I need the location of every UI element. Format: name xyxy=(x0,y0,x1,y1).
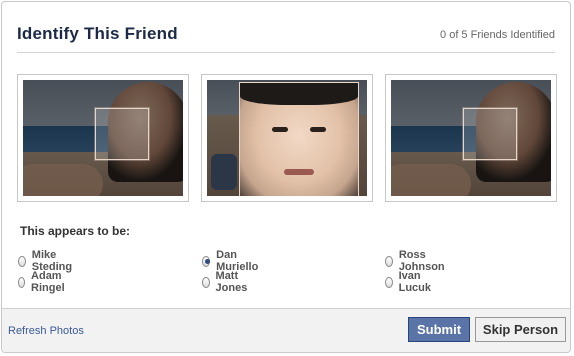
dialog-footer: Refresh Photos Submit Skip Person xyxy=(2,308,570,352)
face-highlight-box xyxy=(463,108,517,160)
option-ross-johnson[interactable]: Ross Johnson xyxy=(385,249,448,273)
option-mike-steding[interactable]: Mike Steding xyxy=(18,249,75,273)
identify-friend-dialog: Identify This Friend 0 of 5 Friends Iden… xyxy=(1,1,571,353)
submit-button[interactable]: Submit xyxy=(408,317,470,342)
radio-button[interactable] xyxy=(18,255,26,267)
photo-1-image xyxy=(23,80,183,196)
radio-button[interactable] xyxy=(385,255,393,267)
option-label: Adam Ringel xyxy=(31,270,65,294)
face-closeup xyxy=(239,82,359,196)
option-matt-jones[interactable]: Matt Jones xyxy=(202,270,251,294)
option-label: Matt Jones xyxy=(215,270,248,294)
refresh-photos-link[interactable]: Refresh Photos xyxy=(8,325,84,337)
dialog-title: Identify This Friend xyxy=(17,24,178,43)
dialog-header: Identify This Friend 0 of 5 Friends Iden… xyxy=(17,24,555,53)
photo-2 xyxy=(201,74,373,202)
option-dan-muriello[interactable]: Dan Muriello xyxy=(202,249,261,273)
skip-person-button[interactable]: Skip Person xyxy=(475,317,566,342)
photo-1 xyxy=(17,74,189,202)
radio-button[interactable] xyxy=(202,276,210,288)
face-highlight-box xyxy=(95,108,149,160)
appears-to-be-label: This appears to be: xyxy=(20,224,131,238)
photo-3-image xyxy=(391,80,551,196)
radio-button[interactable] xyxy=(18,276,26,288)
option-ivan-lucuk[interactable]: Ivan Lucuk xyxy=(385,270,434,294)
radio-button-selected[interactable] xyxy=(202,255,211,267)
identified-counter: 0 of 5 Friends Identified xyxy=(440,29,555,41)
option-adam-ringel[interactable]: Adam Ringel xyxy=(18,270,69,294)
radio-button[interactable] xyxy=(385,276,393,288)
photo-3 xyxy=(385,74,557,202)
photo-2-image xyxy=(207,80,367,196)
option-label: Ivan Lucuk xyxy=(398,270,432,294)
